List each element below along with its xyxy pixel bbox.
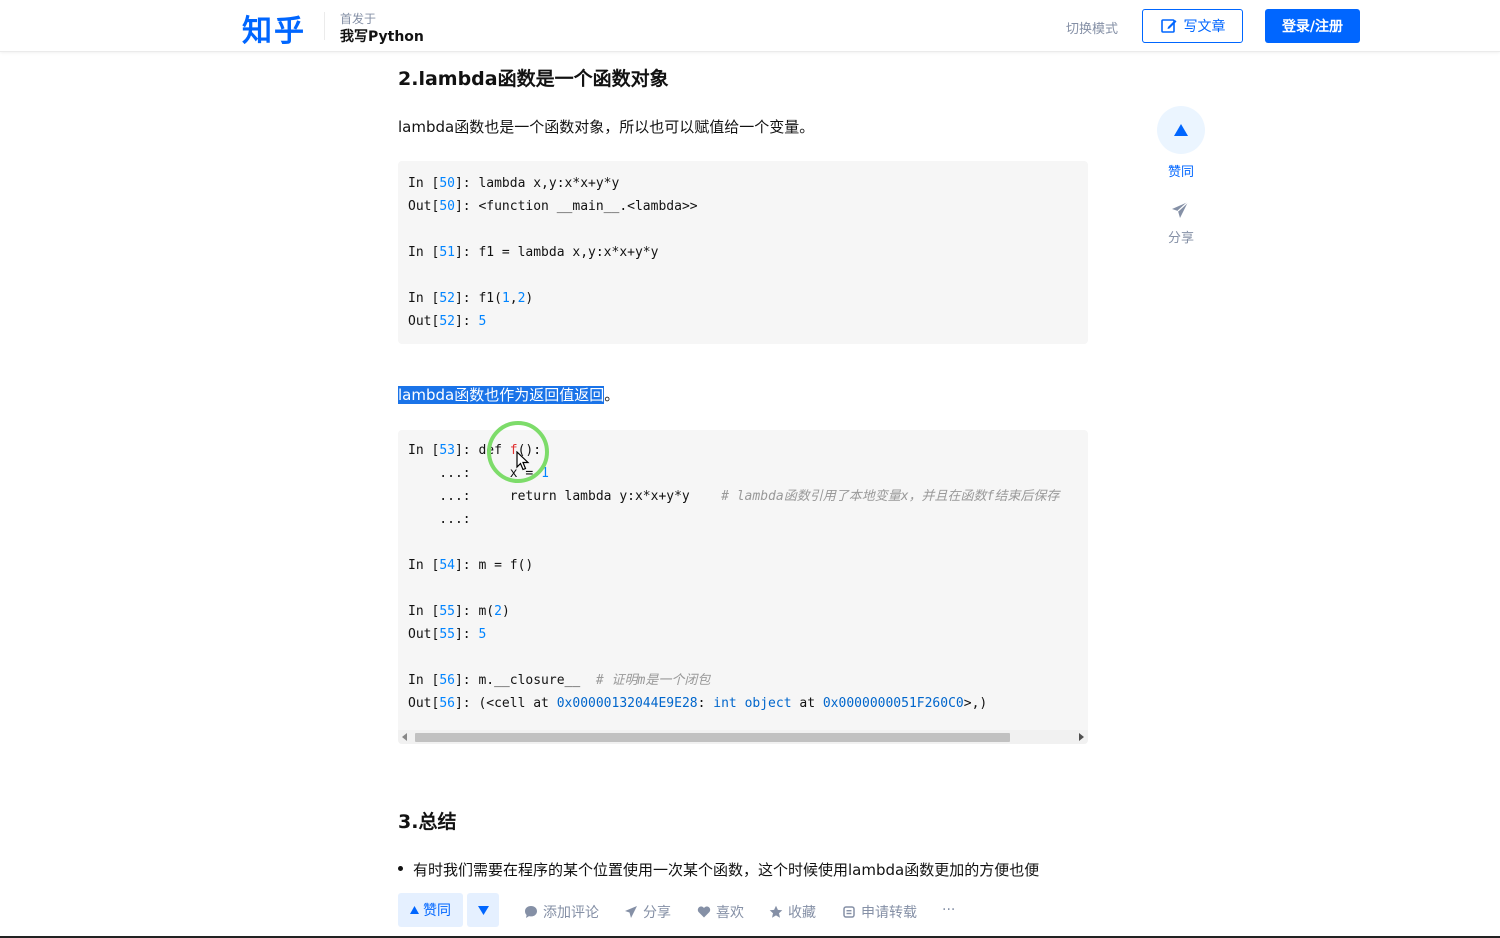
edit-icon [1160,19,1176,33]
publication-name[interactable]: 我写Python [340,26,424,46]
paper-plane-icon [625,906,637,918]
repost-request-button[interactable]: 申请转载 [842,902,917,922]
repost-label: 申请转载 [861,905,917,921]
code-line: In [56]: m.__closure__ # 证明m是一个闭包 [408,673,711,688]
bullet-dot-icon [398,866,403,871]
code-line: In [50]: lambda x,y:x*x+y*y [408,176,620,191]
heart-icon [697,906,711,918]
code-block-2[interactable]: In [53]: def f(): ...: x = 1 ...: return… [398,430,1088,744]
side-share-label[interactable]: 分享 [1157,227,1205,246]
comment-button[interactable]: 添加评论 [524,902,599,922]
publish-label: 首发于 [340,12,377,26]
scroll-left-arrow-icon[interactable] [402,733,407,741]
top-header: 知乎 首发于 我写Python 切换模式 写文章 登录/注册 [0,0,1500,52]
code-line: ...: return lambda y:x*x+y*y # lambda函数引… [408,489,1060,504]
code-line: ...: [408,512,471,527]
mouse-cursor-icon [516,451,530,471]
code-line: In [54]: m = f() [408,558,534,573]
more-menu-button[interactable]: ··· [942,902,955,918]
code-line: Out[55]: 5 [408,627,487,642]
write-article-button[interactable]: 写文章 [1142,9,1243,43]
agree-button[interactable]: 赞同 [398,893,463,927]
comment-icon [525,906,537,918]
section2-heading: 2.lambda函数是一个函数对象 [398,68,669,90]
selected-text[interactable]: lambda函数也作为返回值返回 [398,386,605,404]
scroll-right-arrow-icon[interactable] [1079,733,1084,741]
code-line: In [55]: m(2) [408,604,510,619]
mode-toggle-link[interactable]: 切换模式 [1066,18,1118,37]
section2-paragraph: lambda函数也是一个函数对象，所以也可以赋值给一个变量。 [398,118,815,136]
code-line: In [52]: f1(1,2) [408,291,534,306]
code-block-1: In [50]: lambda x,y:x*x+y*y Out[50]: <fu… [398,161,1088,344]
like-label: 喜欢 [716,905,744,921]
side-upvote-label[interactable]: 赞同 [1157,161,1205,180]
section3-heading: 3.总结 [398,811,457,833]
list-item: 有时我们需要在程序的某个位置使用一次某个函数，这个时候使用lambda函数更加的… [398,859,1039,880]
star-icon [769,905,783,918]
code-line: Out[50]: <function __main__.<lambda>> [408,199,698,214]
share-label: 分享 [643,905,671,921]
zhihu-logo[interactable]: 知乎 [242,6,306,50]
triangle-up-icon [1174,124,1188,136]
side-upvote-button[interactable] [1157,106,1205,154]
favorite-button[interactable]: 收藏 [769,902,816,922]
triangle-down-icon [477,905,489,915]
paper-plane-icon[interactable] [1170,200,1190,220]
code-line: In [53]: def f(): [408,443,542,458]
scrollbar-thumb[interactable] [415,733,1010,742]
like-button[interactable]: 喜欢 [697,902,744,922]
header-divider [324,12,325,40]
favorite-label: 收藏 [788,905,816,921]
code-line: Out[56]: (<cell at 0x00000132044E9E28: i… [408,696,988,711]
comment-label: 添加评论 [543,905,599,921]
code-line: ...: x = 1 [408,466,549,481]
share-button[interactable]: 分享 [624,902,671,922]
code-line: In [51]: f1 = lambda x,y:x*x+y*y [408,245,659,260]
copyright-icon [843,906,855,918]
write-article-label: 写文章 [1183,19,1226,35]
disagree-button[interactable] [467,893,499,927]
code-line: Out[52]: 5 [408,314,487,329]
triangle-up-icon [410,906,419,914]
return-paragraph: lambda函数也作为返回值返回。 [398,386,620,404]
bottom-action-bar [0,884,1500,938]
login-register-button[interactable]: 登录/注册 [1265,9,1360,43]
agree-label: 赞同 [423,903,451,919]
horizontal-scrollbar[interactable] [398,730,1088,744]
